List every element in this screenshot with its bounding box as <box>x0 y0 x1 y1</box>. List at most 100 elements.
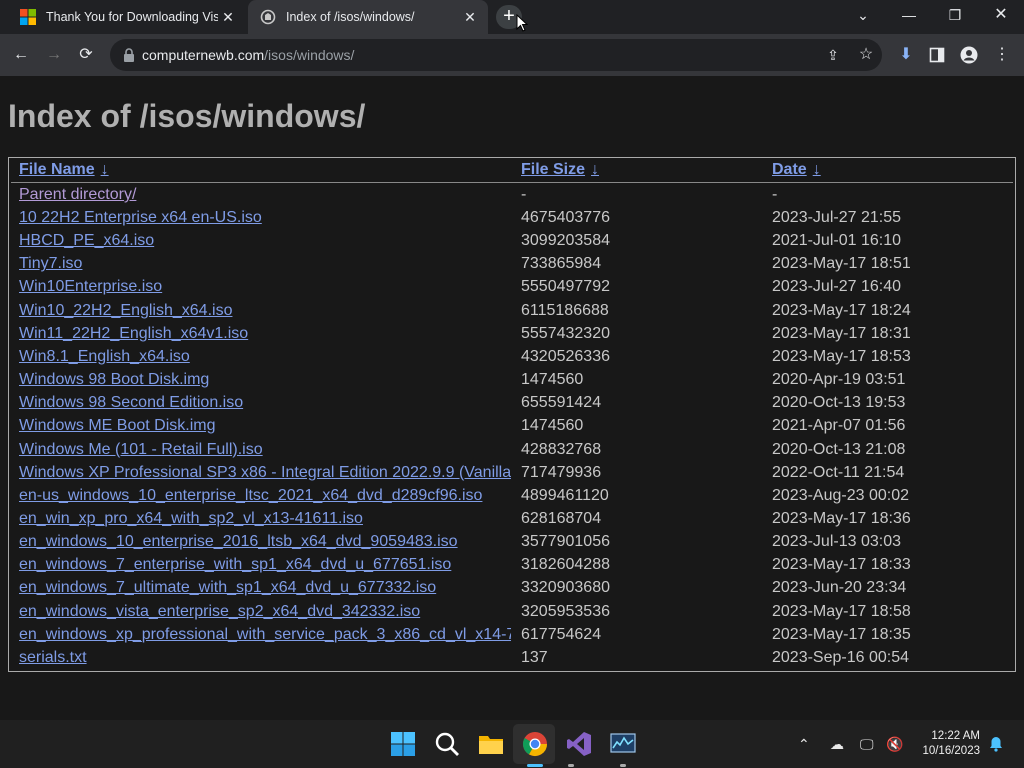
tab-close-icon[interactable]: ✕ <box>462 9 478 25</box>
file-date: 2021-Jul-01 16:10 <box>772 232 901 250</box>
table-row: en_windows_10_enterprise_2016_ltsb_x64_d… <box>9 533 1015 556</box>
file-explorer-icon[interactable] <box>477 730 505 758</box>
file-link[interactable]: en_windows_vista_enterprise_sp2_x64_dvd_… <box>19 603 511 621</box>
file-size: 137 <box>521 648 548 666</box>
file-link[interactable]: serials.txt <box>19 649 511 667</box>
sort-arrow-icon[interactable]: ↓ <box>591 161 599 178</box>
search-icon[interactable] <box>433 730 461 758</box>
menu-kebab-icon[interactable]: ⋮ <box>991 44 1013 66</box>
table-row: Win11_22H2_English_x64v1.iso 5557432320 20… <box>9 325 1015 348</box>
sort-by-date-link[interactable]: Date <box>772 161 807 178</box>
file-link[interactable]: en_windows_7_enterprise_with_sp1_x64_dvd… <box>19 556 511 574</box>
file-size: 628168704 <box>521 509 602 527</box>
file-date: 2023-May-17 18:31 <box>772 324 911 342</box>
file-link[interactable]: en_win_xp_pro_x64_with_sp2_vl_x13-41611.… <box>19 510 511 528</box>
file-size: 5557432320 <box>521 324 610 342</box>
show-hidden-icons-chevron-icon[interactable]: ⌃ <box>798 736 810 753</box>
file-size: 428832768 <box>521 440 602 458</box>
tab-strip: Thank You for Downloading Visu ✕ Index o… <box>0 0 1024 34</box>
file-link[interactable]: 10 22H2 Enterprise x64 en-US.iso <box>19 209 511 227</box>
resource-monitor-icon[interactable] <box>609 730 637 758</box>
notification-bell-icon[interactable] <box>988 736 1004 752</box>
file-link[interactable]: Windows Me (101 - Retail Full).iso <box>19 441 511 459</box>
file-link[interactable]: Windows 98 Boot Disk.img <box>19 371 511 389</box>
file-link[interactable]: en-us_windows_10_enterprise_ltsc_2021_x6… <box>19 487 511 505</box>
table-row: 10 22H2 Enterprise x64 en-US.iso 46754037… <box>9 209 1015 232</box>
table-row: en_windows_7_enterprise_with_sp1_x64_dvd… <box>9 556 1015 579</box>
file-size: 3577901056 <box>521 533 610 551</box>
file-size: 1474560 <box>521 417 584 435</box>
share-icon[interactable]: ⇪ <box>822 44 844 66</box>
bookmark-star-icon[interactable]: ☆ <box>855 44 877 66</box>
lock-icon[interactable] <box>122 47 136 63</box>
running-indicator <box>568 764 574 767</box>
table-row: en_windows_vista_enterprise_sp2_x64_dvd_… <box>9 603 1015 626</box>
tab-search-chevron-icon[interactable]: ⌄ <box>840 0 886 30</box>
file-size: 717479936 <box>521 463 602 481</box>
running-indicator <box>620 764 626 767</box>
table-row: en_windows_7_ultimate_with_sp1_x64_dvd_u… <box>9 579 1015 602</box>
forward-button[interactable]: → <box>43 44 65 66</box>
windows-start-icon[interactable] <box>389 730 417 758</box>
chrome-icon[interactable] <box>521 730 549 758</box>
active-indicator <box>527 764 543 767</box>
network-display-icon[interactable]: 🖵 <box>860 736 874 753</box>
file-date: 2023-May-17 18:36 <box>772 509 911 527</box>
file-link[interactable]: Win10_22H2_English_x64.iso <box>19 302 511 320</box>
windows-taskbar: ⌃ ☁ 🖵 🔇 12:22 AM 10/16/2023 <box>0 720 1024 768</box>
restore-button[interactable]: ❐ <box>932 0 978 30</box>
header-file-name: File Name ↓ <box>19 161 109 179</box>
onedrive-cloud-icon[interactable]: ☁ <box>830 736 844 753</box>
table-row: Windows 98 Boot Disk.img 1474560 2020-Apr-… <box>9 371 1015 394</box>
header-file-size: File Size ↓ <box>521 161 599 179</box>
file-link[interactable]: Win8.1_English_x64.iso <box>19 348 511 366</box>
minimize-button[interactable]: — <box>886 0 932 30</box>
mouse-cursor-icon <box>516 14 528 32</box>
reload-button[interactable]: ⟳ <box>75 44 97 66</box>
file-size: 6115186688 <box>521 301 609 319</box>
tab-thank-you[interactable]: Thank You for Downloading Visu ✕ <box>8 0 246 34</box>
sort-arrow-icon[interactable]: ↓ <box>101 161 109 178</box>
volume-muted-icon[interactable]: 🔇 <box>886 736 903 753</box>
tab-title: Thank You for Downloading Visu <box>46 10 218 24</box>
tab-close-icon[interactable]: ✕ <box>220 9 236 25</box>
download-icon[interactable]: ⬇ <box>895 44 917 66</box>
file-link[interactable]: Windows XP Professional SP3 x86 - Integr… <box>19 464 511 482</box>
file-link[interactable]: en_windows_10_enterprise_2016_ltsb_x64_d… <box>19 533 511 551</box>
file-link[interactable]: Windows 98 Second Edition.iso <box>19 394 511 412</box>
side-panel-icon[interactable] <box>926 44 948 66</box>
parent-directory-link[interactable]: Parent directory/ <box>19 186 511 204</box>
back-button[interactable]: ← <box>10 44 32 66</box>
file-date: 2023-May-17 18:51 <box>772 255 911 273</box>
sort-arrow-icon[interactable]: ↓ <box>813 161 821 178</box>
tab-index-of-isos[interactable]: Index of /isos/windows/ ✕ <box>248 0 488 34</box>
address-bar[interactable]: computernewb.com/isos/windows/ ⇪ ☆ <box>110 39 882 71</box>
file-link[interactable]: Win10Enterprise.iso <box>19 278 511 296</box>
visual-studio-icon[interactable] <box>565 730 593 758</box>
table-row: Win8.1_English_x64.iso 4320526336 2023-May… <box>9 348 1015 371</box>
close-window-button[interactable]: ✕ <box>978 0 1024 30</box>
file-size: 4320526336 <box>521 347 610 365</box>
profile-avatar-icon[interactable] <box>958 44 980 66</box>
file-date: 2023-Jun-20 23:34 <box>772 579 907 597</box>
table-row: en_windows_xp_professional_with_service_… <box>9 626 1015 649</box>
file-link[interactable]: Windows ME Boot Disk.img <box>19 417 511 435</box>
file-size: 733865984 <box>521 255 602 273</box>
url-text[interactable]: computernewb.com/isos/windows/ <box>142 47 354 63</box>
file-link[interactable]: en_windows_7_ultimate_with_sp1_x64_dvd_u… <box>19 579 511 597</box>
file-link[interactable]: Win11_22H2_English_x64v1.iso <box>19 325 511 343</box>
file-link[interactable]: Tiny7.iso <box>19 255 511 273</box>
file-date: 2022-Oct-11 21:54 <box>772 463 905 481</box>
file-link[interactable]: HBCD_PE_x64.iso <box>19 232 511 250</box>
file-link[interactable]: en_windows_xp_professional_with_service_… <box>19 626 511 644</box>
file-date: 2020-Apr-19 03:51 <box>772 371 906 389</box>
sort-by-size-link[interactable]: File Size <box>521 161 585 178</box>
table-row: Win10_22H2_English_x64.iso 6115186688 2023… <box>9 302 1015 325</box>
table-row: Windows XP Professional SP3 x86 - Integr… <box>9 464 1015 487</box>
clock-time: 12:22 AM <box>931 730 980 742</box>
table-row: en_win_xp_pro_x64_with_sp2_vl_x13-41611.… <box>9 510 1015 533</box>
url-domain: computernewb.com <box>142 47 265 63</box>
system-clock[interactable]: 12:22 AM 10/16/2023 <box>922 729 980 759</box>
site-favicon-icon <box>260 9 276 25</box>
sort-by-name-link[interactable]: File Name <box>19 161 95 178</box>
